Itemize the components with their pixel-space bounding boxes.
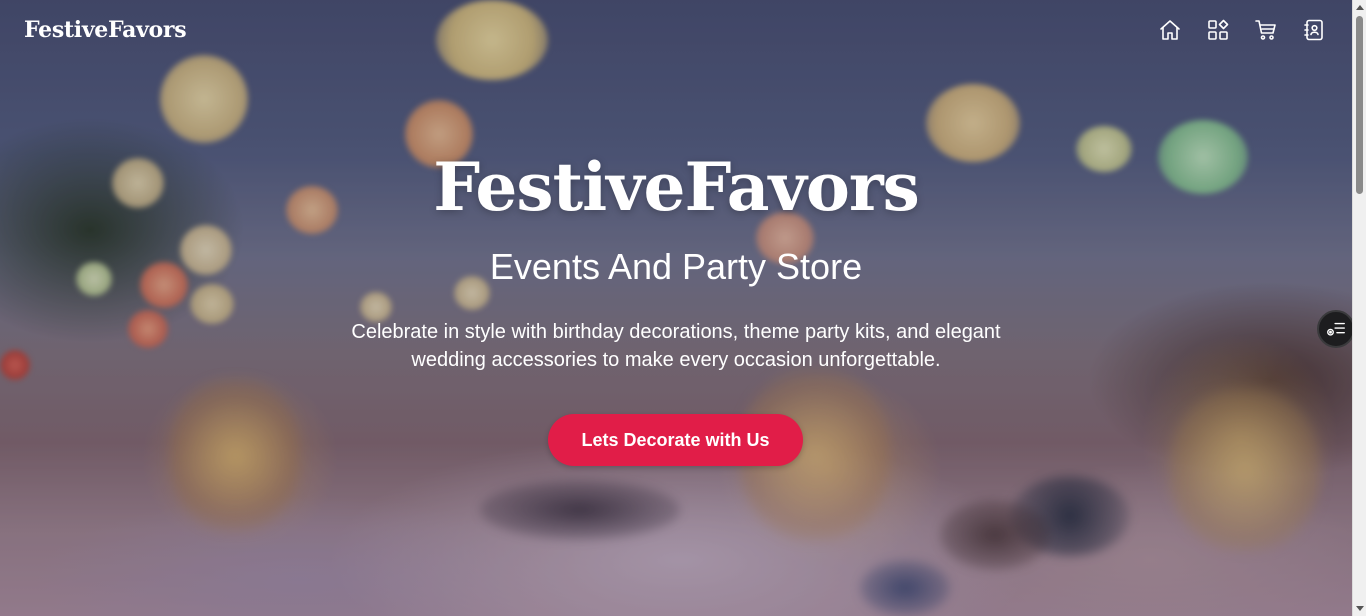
vertical-scrollbar[interactable] [1352,0,1366,616]
hero-title: FestiveFavors [433,148,920,226]
top-navbar: FestiveFavors [0,0,1352,60]
nav-icon-group [1158,18,1328,42]
categories-icon[interactable] [1206,18,1230,42]
hero-subtitle: Events And Party Store [489,246,863,287]
contacts-icon[interactable] [1302,18,1326,42]
floating-widget-button[interactable] [1317,310,1355,348]
landing-page: FestiveFavors FestiveFavors Events And P… [0,0,1366,616]
scroll-up-arrow-icon[interactable] [1356,5,1364,10]
cart-icon[interactable] [1254,18,1278,42]
scrollbar-thumb[interactable] [1356,16,1363,194]
list-settings-icon [1327,322,1345,336]
hero-section: FestiveFavors Events And Party Store Cel… [0,0,1352,616]
cta-decorate-button[interactable]: Lets Decorate with Us [548,414,803,466]
home-icon[interactable] [1158,18,1182,42]
scroll-down-arrow-icon[interactable] [1356,606,1364,611]
hero-description: Celebrate in style with birthday decorat… [351,321,1001,371]
brand-logo-link[interactable]: FestiveFavors [24,17,187,43]
